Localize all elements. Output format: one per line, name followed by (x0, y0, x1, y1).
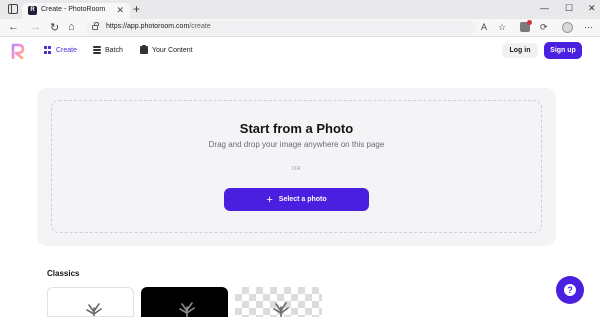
new-tab-button[interactable]: + (133, 2, 140, 16)
plant-icon (86, 303, 102, 316)
back-arrow-icon[interactable]: ← (8, 21, 19, 33)
plant-icon (273, 302, 289, 317)
tab-close-icon[interactable]: ✕ (116, 5, 124, 16)
select-photo-label: Select a photo (278, 196, 327, 203)
upload-title: Start from a Photo (239, 121, 354, 136)
home-icon[interactable]: ⌂ (68, 21, 75, 33)
profile-avatar[interactable] (562, 22, 573, 33)
folder-icon (140, 44, 148, 54)
more-menu-icon[interactable]: ⋯ (584, 22, 593, 33)
help-chat-button[interactable]: ? (556, 276, 584, 304)
maximize-button[interactable]: ☐ (565, 3, 573, 14)
login-button[interactable]: Log in (502, 43, 538, 58)
lock-icon (92, 22, 99, 30)
browser-sync-icon[interactable]: ⟳ (540, 22, 548, 33)
question-mark-icon: ? (564, 284, 576, 296)
browser-address-bar: ← → ↻ ⌂ https://app.photoroom.com/create… (0, 19, 600, 37)
tab-actions-icon[interactable] (8, 4, 18, 14)
photoroom-favicon-icon: R (28, 6, 37, 15)
close-window-button[interactable]: ✕ (588, 3, 596, 14)
layers-icon (93, 46, 101, 55)
upload-subtitle: Drag and drop your image anywhere on thi… (208, 140, 385, 149)
browser-tab-bar: R Create - PhotoRoom ✕ + — ☐ ✕ (0, 0, 600, 19)
plant-icon (179, 302, 195, 317)
tab-title: Create - PhotoRoom (41, 6, 106, 13)
classic-template-transparent[interactable] (235, 287, 322, 317)
extension-icon[interactable] (520, 20, 532, 32)
favorite-star-icon[interactable]: ☆ (498, 22, 506, 33)
photoroom-logo-icon[interactable] (11, 43, 25, 59)
classic-template-white[interactable] (47, 287, 134, 317)
read-aloud-icon[interactable]: A (481, 22, 487, 32)
forward-arrow-icon[interactable]: → (30, 21, 41, 33)
grid-icon (44, 46, 52, 54)
nav-your-content[interactable]: Your Content (140, 44, 193, 54)
nav-your-content-label: Your Content (152, 46, 193, 54)
signup-button[interactable]: Sign up (544, 42, 582, 59)
url-text: https://app.photoroom.com/create (106, 23, 211, 30)
nav-create-label: Create (56, 46, 78, 54)
classics-heading: Classics (47, 269, 80, 278)
url-field[interactable]: https://app.photoroom.com/create (86, 21, 476, 35)
classic-template-black[interactable] (141, 287, 228, 317)
or-divider-label: OR (291, 166, 302, 172)
refresh-icon[interactable]: ↻ (50, 21, 59, 34)
nav-batch-label: Batch (105, 46, 123, 54)
select-photo-button[interactable]: + Select a photo (224, 188, 369, 211)
nav-create[interactable]: Create (44, 46, 77, 54)
minimize-button[interactable]: — (540, 3, 549, 13)
plus-icon: + (266, 193, 273, 206)
nav-batch[interactable]: Batch (93, 46, 123, 55)
browser-tab[interactable]: R Create - PhotoRoom ✕ (22, 3, 130, 19)
